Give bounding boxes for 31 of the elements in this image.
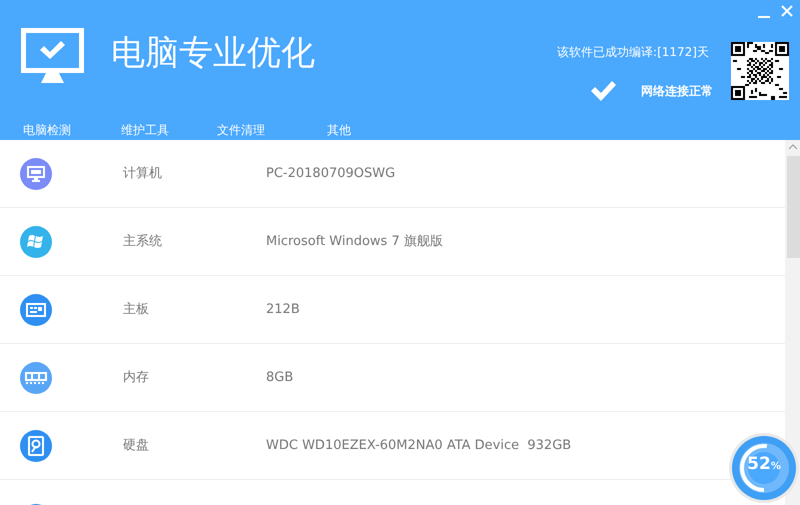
property-value: PC-20180709OSWG	[266, 164, 396, 183]
network-status: 网络连接正常	[641, 83, 713, 100]
close-icon	[780, 4, 794, 18]
nav-tab[interactable]: 文件清理	[217, 121, 265, 139]
windows-icon	[27, 232, 45, 250]
property-value: Microsoft Windows 7 旗舰版	[266, 232, 443, 251]
scroll-up-icon[interactable]	[789, 144, 797, 150]
property-value: 212B	[266, 300, 300, 319]
nav-tab[interactable]: 维护工具	[121, 121, 169, 139]
usage-percent: 52	[747, 454, 771, 474]
property-value: 8GB	[266, 368, 294, 387]
scrollbar[interactable]	[785, 140, 800, 505]
check-icon	[591, 81, 616, 101]
close-button[interactable]	[780, 4, 794, 18]
qr-code	[731, 42, 789, 100]
monitor-icon	[27, 166, 45, 182]
nav-tab[interactable]: 其他	[327, 121, 351, 139]
property-label: 内存	[123, 368, 150, 387]
property-label: 主系统	[123, 232, 163, 251]
property-label: 计算机	[123, 164, 163, 183]
memory-stick-icon	[25, 372, 47, 384]
minimize-icon	[758, 16, 770, 18]
property-value: WDC WD10EZEX-60M2NA0 ATA Device 932GB	[266, 436, 572, 455]
compile-info: 该软件已成功编译:[1172]天	[557, 44, 709, 61]
property-label: 硬盘	[123, 436, 150, 455]
percent-unit: %	[770, 461, 781, 472]
monitor-check-icon	[21, 28, 84, 85]
nav-tab[interactable]: 电脑检测	[23, 121, 71, 139]
circuit-board-icon	[26, 302, 46, 318]
app-title: 电脑专业优化	[111, 36, 315, 70]
property-label: 主板	[123, 300, 150, 319]
